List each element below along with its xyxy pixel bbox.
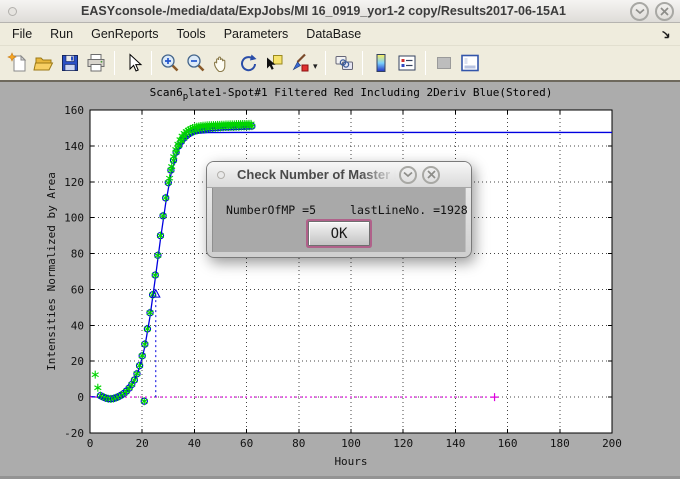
- save-icon[interactable]: [57, 50, 83, 76]
- svg-text:100: 100: [64, 212, 84, 225]
- dialog-menu-icon[interactable]: [217, 171, 225, 179]
- dialog-title: Check Number of Master Pla: [237, 167, 399, 182]
- figure-canvas: 020406080100120140160180200-200204060801…: [0, 82, 680, 479]
- svg-text:160: 160: [64, 104, 84, 117]
- plot-tools-hide-icon[interactable]: [431, 50, 457, 76]
- svg-text:200: 200: [602, 437, 622, 450]
- lastlineno-value: lastLineNo. =1928: [350, 203, 468, 217]
- menu-genreports[interactable]: GenReports: [89, 26, 160, 42]
- dialog-message: NumberOfMP =5 lastLineNo. =1928: [226, 203, 468, 217]
- svg-text:-20: -20: [64, 427, 84, 440]
- menu-file[interactable]: File: [10, 26, 34, 42]
- toolbar-separator: [325, 51, 326, 75]
- chart[interactable]: 020406080100120140160180200-200204060801…: [0, 82, 680, 479]
- svg-text:140: 140: [64, 140, 84, 153]
- svg-text:Intensities Normalized by Area: Intensities Normalized by Area: [45, 172, 58, 371]
- svg-text:80: 80: [71, 248, 84, 261]
- dialog-titlebar[interactable]: Check Number of Master Pla: [207, 162, 471, 188]
- menu-overflow-icon[interactable]: [661, 29, 671, 43]
- svg-text:0: 0: [87, 437, 94, 450]
- figure-toolbar: ▾: [0, 46, 680, 82]
- window-minimize-button[interactable]: [630, 2, 649, 21]
- close-icon: [427, 170, 436, 179]
- data-cursor-icon[interactable]: [261, 50, 287, 76]
- chevron-down-icon: [403, 171, 413, 178]
- window-title: EASYconsole-/media/data/ExpJobs/MI 16_09…: [17, 4, 630, 18]
- pan-hand-icon[interactable]: [209, 50, 235, 76]
- print-icon[interactable]: [83, 50, 109, 76]
- svg-text:Hours: Hours: [334, 455, 367, 468]
- dialog-ok-button[interactable]: OK: [308, 221, 370, 246]
- menu-parameters[interactable]: Parameters: [222, 26, 291, 42]
- brush-icon[interactable]: [287, 50, 313, 76]
- menu-database[interactable]: DataBase: [304, 26, 363, 42]
- toolbar-separator: [151, 51, 152, 75]
- dialog-minimize-button[interactable]: [399, 166, 417, 184]
- zoom-out-icon[interactable]: [183, 50, 209, 76]
- brush-dropdown-arrow[interactable]: ▾: [313, 61, 318, 72]
- window-close-button[interactable]: [655, 2, 674, 21]
- rotate-3d-icon[interactable]: [235, 50, 261, 76]
- link-plots-icon[interactable]: [331, 50, 357, 76]
- window-titlebar[interactable]: EASYconsole-/media/data/ExpJobs/MI 16_09…: [0, 0, 680, 23]
- toolbar-separator: [114, 51, 115, 75]
- dialog-check-number-of-master-plates: Check Number of Master Pla NumberOfMP =5…: [206, 161, 472, 258]
- menu-bar: File Run GenReports Tools Parameters Dat…: [0, 23, 680, 46]
- menu-tools[interactable]: Tools: [175, 26, 208, 42]
- menu-run[interactable]: Run: [48, 26, 75, 42]
- svg-text:20: 20: [71, 355, 84, 368]
- new-document-icon[interactable]: [5, 50, 31, 76]
- chevron-down-icon: [635, 8, 645, 15]
- cursor-icon[interactable]: [120, 50, 146, 76]
- svg-text:40: 40: [71, 319, 84, 332]
- app-window: EASYconsole-/media/data/ExpJobs/MI 16_09…: [0, 0, 680, 479]
- svg-text:60: 60: [240, 437, 253, 450]
- svg-text:160: 160: [498, 437, 518, 450]
- svg-text:100: 100: [341, 437, 361, 450]
- toolbar-separator: [425, 51, 426, 75]
- svg-text:80: 80: [292, 437, 305, 450]
- zoom-in-icon[interactable]: [157, 50, 183, 76]
- svg-text:60: 60: [71, 283, 84, 296]
- insert-colorbar-icon[interactable]: [368, 50, 394, 76]
- open-folder-icon[interactable]: [31, 50, 57, 76]
- toolbar-separator: [362, 51, 363, 75]
- window-menu-icon[interactable]: [8, 7, 17, 16]
- svg-text:120: 120: [393, 437, 413, 450]
- svg-text:Scan6plate1-Spot#1 Filtered Re: Scan6plate1-Spot#1 Filtered Red Includin…: [150, 86, 553, 102]
- svg-text:140: 140: [445, 437, 465, 450]
- svg-text:20: 20: [136, 437, 149, 450]
- close-icon: [660, 7, 669, 16]
- svg-text:180: 180: [550, 437, 570, 450]
- numberofmp-value: NumberOfMP =5: [226, 203, 316, 217]
- plot-tools-show-icon[interactable]: [457, 50, 483, 76]
- dialog-body: NumberOfMP =5 lastLineNo. =1928 OK: [212, 188, 466, 252]
- insert-legend-icon[interactable]: [394, 50, 420, 76]
- svg-text:0: 0: [77, 391, 84, 404]
- svg-text:40: 40: [188, 437, 201, 450]
- svg-text:120: 120: [64, 176, 84, 189]
- dialog-close-button[interactable]: [422, 166, 440, 184]
